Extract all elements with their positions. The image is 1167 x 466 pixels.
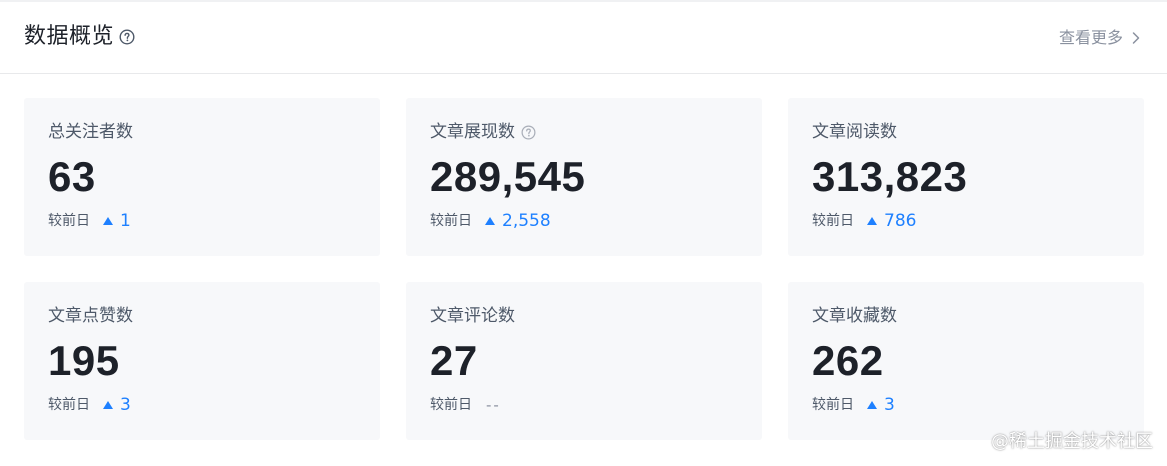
card-compare: 较前日 786 <box>812 210 916 232</box>
page-title: 数据概览 <box>24 24 115 49</box>
compare-label: 较前日 <box>430 397 472 413</box>
card-label-row: 文章阅读数 <box>812 120 897 144</box>
compare-value: 3 <box>884 395 895 415</box>
card-value: 27 <box>430 337 478 384</box>
compare-value: 3 <box>120 395 131 415</box>
see-more-label: 查看更多 <box>1058 28 1123 47</box>
card-label-row: 文章收藏数 <box>812 304 897 328</box>
triangle-up-icon <box>867 217 877 225</box>
compare-value: 2,558 <box>502 211 551 231</box>
card-compare: 较前日 -- <box>430 394 501 416</box>
compare-label: 较前日 <box>430 213 472 229</box>
triangle-up-icon <box>867 401 877 409</box>
compare-label: 较前日 <box>48 397 90 413</box>
stat-card-favorites[interactable]: 文章收藏数 262 较前日 3 <box>788 282 1144 440</box>
card-label: 总关注者数 <box>48 122 133 142</box>
card-label-row: 文章评论数 <box>430 304 515 328</box>
triangle-up-icon <box>103 217 113 225</box>
panel-header: 数据概览 查看更多 <box>0 2 1167 74</box>
card-compare: 较前日 3 <box>812 394 895 416</box>
card-label: 文章收藏数 <box>812 306 897 326</box>
stat-card-followers[interactable]: 总关注者数 63 较前日 1 <box>24 98 380 256</box>
compare-label: 较前日 <box>812 397 854 413</box>
card-label: 文章阅读数 <box>812 122 897 142</box>
card-label: 文章评论数 <box>430 306 515 326</box>
card-label-row: 文章点赞数 <box>48 304 133 328</box>
compare-value: -- <box>486 396 501 414</box>
card-label-row: 文章展现数 <box>430 120 536 144</box>
stat-card-likes[interactable]: 文章点赞数 195 较前日 3 <box>24 282 380 440</box>
chevron-right-icon <box>1132 32 1140 44</box>
compare-label: 较前日 <box>48 213 90 229</box>
card-label: 文章点赞数 <box>48 306 133 326</box>
stats-grid: 总关注者数 63 较前日 1 文章展现数 289,545 较前日 2,558 文… <box>24 98 1144 440</box>
stat-card-reads[interactable]: 文章阅读数 313,823 较前日 786 <box>788 98 1144 256</box>
data-overview-panel: 数据概览 查看更多 总关注者数 63 较前日 1 文章展现数 289,545 较… <box>0 0 1167 466</box>
triangle-up-icon <box>103 401 113 409</box>
stat-card-comments[interactable]: 文章评论数 27 较前日 -- <box>406 282 762 440</box>
card-value: 63 <box>48 153 96 200</box>
card-compare: 较前日 1 <box>48 210 131 232</box>
see-more-link[interactable]: 查看更多 <box>1059 24 1143 52</box>
card-value: 262 <box>812 337 884 384</box>
help-icon[interactable] <box>521 125 536 140</box>
card-label: 文章展现数 <box>430 122 515 142</box>
compare-value: 786 <box>884 211 917 231</box>
compare-value: 1 <box>120 211 131 231</box>
card-value: 195 <box>48 337 120 384</box>
stat-card-impressions[interactable]: 文章展现数 289,545 较前日 2,558 <box>406 98 762 256</box>
card-label-row: 总关注者数 <box>48 120 133 144</box>
help-icon[interactable] <box>119 29 135 45</box>
triangle-up-icon <box>485 217 495 225</box>
card-value: 289,545 <box>430 153 586 200</box>
card-compare: 较前日 3 <box>48 394 131 416</box>
card-value: 313,823 <box>812 153 968 200</box>
card-compare: 较前日 2,558 <box>430 210 551 232</box>
compare-label: 较前日 <box>812 213 854 229</box>
watermark: @稀土掘金技术社区 <box>991 431 1153 452</box>
